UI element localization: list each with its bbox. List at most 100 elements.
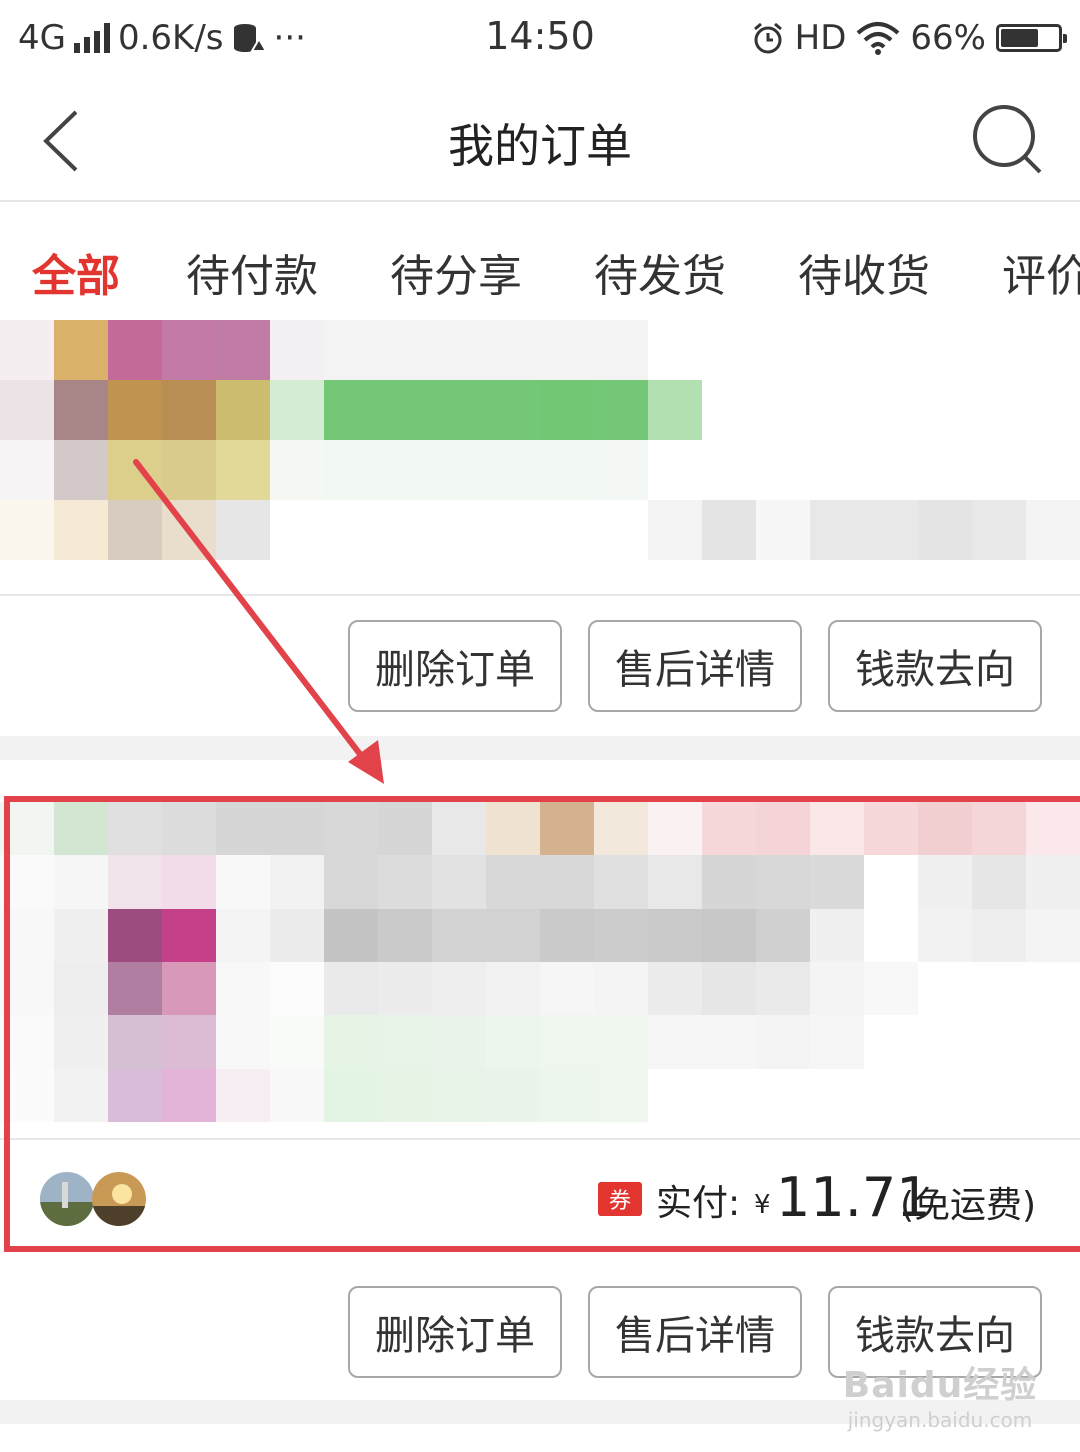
blur-cell [756,440,810,500]
blur-cell [702,440,756,500]
blur-cell [594,500,648,560]
order-tabs: 全部 待付款 待分享 待发货 待收货 评价 [0,204,1080,314]
blur-cell [270,380,324,440]
battery-icon [996,24,1067,52]
after-sales-button[interactable]: 售后详情 [588,620,802,712]
blur-cell [972,440,1026,500]
blur-cell [54,320,108,380]
blur-cell [324,440,378,500]
blur-cell [972,380,1026,440]
tab-review[interactable]: 评价 [1002,240,1080,304]
order-1-divider [0,594,1080,596]
blur-cell [270,320,324,380]
blur-cell [108,380,162,440]
blur-cell [540,320,594,380]
battery-percent: 66% [910,18,986,58]
order-1-actions: 删除订单 售后详情 钱款去向 [0,620,1080,716]
blur-cell [810,320,864,380]
blur-cell [216,500,270,560]
blur-cell [108,440,162,500]
blur-cell [918,500,972,560]
delete-order-button[interactable]: 删除订单 [348,620,562,712]
blur-cell [594,320,648,380]
delete-order-button[interactable]: 删除订单 [348,1286,562,1378]
blur-cell [432,320,486,380]
order-separator [0,736,1080,760]
annotation-highlight-box [4,796,1080,1252]
blur-cell [432,380,486,440]
blur-cell [216,440,270,500]
nav-bar: 我的订单 [0,80,1080,202]
blur-cell [486,440,540,500]
blur-cell [810,500,864,560]
blur-cell [486,380,540,440]
blur-cell [216,380,270,440]
blur-cell [486,500,540,560]
search-icon[interactable] [970,102,1048,180]
blur-cell [216,320,270,380]
tab-all[interactable]: 全部 [32,240,120,304]
after-sales-button[interactable]: 售后详情 [588,1286,802,1378]
blur-cell [648,440,702,500]
blur-cell [162,440,216,500]
wifi-icon [857,22,900,55]
blur-cell [162,320,216,380]
watermark-main: Baidu经验 [842,1365,1038,1406]
blur-cell [594,380,648,440]
blur-cell [378,380,432,440]
blur-cell [270,440,324,500]
blur-cell [810,440,864,500]
tab-pending-receipt[interactable]: 待收货 [798,240,930,304]
blur-cell [108,320,162,380]
blur-cell [648,500,702,560]
baidu-watermark: Baidu经验 jingyan.baidu.com [820,1356,1060,1432]
blur-cell [378,320,432,380]
blur-cell [702,320,756,380]
blur-cell [54,380,108,440]
blur-cell [162,500,216,560]
blur-cell [1026,320,1080,380]
blur-cell [162,380,216,440]
blur-cell [1026,500,1080,560]
blur-cell [864,500,918,560]
alarm-icon [753,22,782,54]
watermark-sub: jingyan.baidu.com [847,1408,1033,1432]
blur-cell [0,500,54,560]
blur-cell [270,500,324,560]
blur-cell [864,380,918,440]
status-right: HD 66% [751,14,1067,62]
blur-cell [702,500,756,560]
blur-cell [486,320,540,380]
blur-cell [432,440,486,500]
blur-cell [1026,440,1080,500]
blur-cell [864,320,918,380]
blur-cell [918,380,972,440]
blur-cell [648,380,702,440]
blur-cell [702,380,756,440]
blur-cell [432,500,486,560]
blur-cell [108,500,162,560]
blur-cell [324,500,378,560]
tab-pending-shipment[interactable]: 待发货 [594,240,726,304]
blur-cell [1026,380,1080,440]
blur-cell [918,440,972,500]
blur-cell [864,440,918,500]
blur-cell [378,500,432,560]
hd-indicator: HD [794,18,847,58]
blur-cell [810,380,864,440]
blur-cell [54,440,108,500]
blur-cell [540,500,594,560]
blur-cell [54,500,108,560]
blur-cell [972,320,1026,380]
page-title: 我的订单 [448,119,632,173]
blur-cell [0,320,54,380]
tab-pending-share[interactable]: 待分享 [390,240,522,304]
blur-cell [540,380,594,440]
order-1-blurred-content [0,320,1080,560]
money-flow-button[interactable]: 钱款去向 [828,620,1042,712]
blur-cell [324,380,378,440]
blur-cell [972,500,1026,560]
blur-cell [594,440,648,500]
blur-cell [756,500,810,560]
tab-pending-payment[interactable]: 待付款 [186,240,318,304]
